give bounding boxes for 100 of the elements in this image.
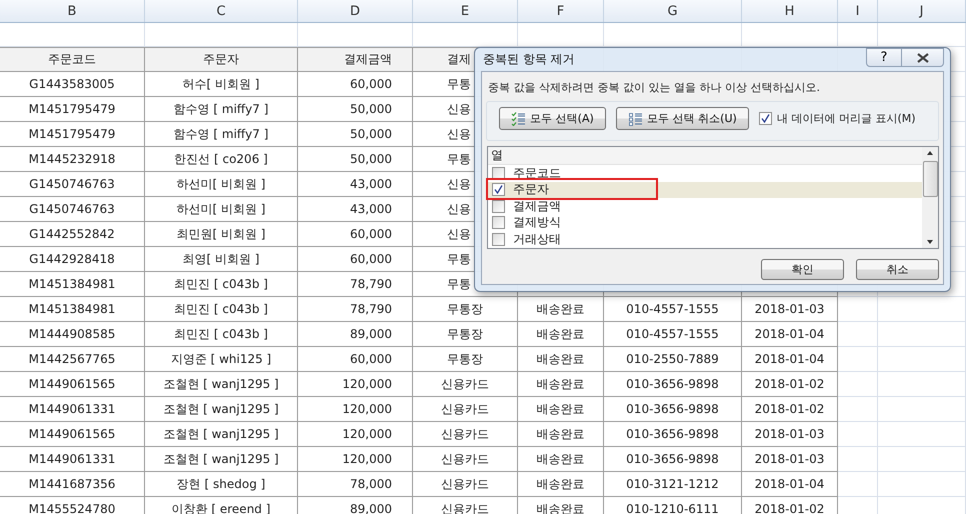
table-cell: 50,000 xyxy=(298,147,413,172)
list-icon xyxy=(628,112,642,126)
table-cell: G1442928418 xyxy=(0,247,145,272)
column-checkbox[interactable] xyxy=(492,200,505,213)
table-cell: 신용카드 xyxy=(413,397,518,422)
headers-checkbox[interactable] xyxy=(759,112,772,125)
header-cell: 주문코드 xyxy=(0,47,145,72)
table-cell: 89,000 xyxy=(298,322,413,347)
table-cell: M1455524780 xyxy=(0,497,145,514)
table-cell: 2018-01-03 xyxy=(742,297,838,322)
table-cell: 조철현 [ wanj1295 ] xyxy=(145,447,298,472)
column-checkbox[interactable] xyxy=(492,183,505,196)
list-header: 열 xyxy=(488,147,922,165)
table-cell: 함수영 [ miffy7 ] xyxy=(145,122,298,147)
table-cell: M1451795479 xyxy=(0,122,145,147)
unselect-all-button[interactable]: 모두 선택 취소(U) xyxy=(616,107,749,130)
table-cell: 조철현 [ wanj1295 ] xyxy=(145,422,298,447)
checklist-icon xyxy=(511,112,526,126)
table-cell: 010-3656-9898 xyxy=(604,422,742,447)
table-cell: 2018-01-04 xyxy=(742,347,838,372)
table-cell: 43,000 xyxy=(298,172,413,197)
table-cell: 지영준 [ whi125 ] xyxy=(145,347,298,372)
column-letter[interactable]: D xyxy=(298,0,413,22)
column-checkbox[interactable] xyxy=(492,216,505,230)
table-cell: 배송완료 xyxy=(518,322,604,347)
table-cell: 010-3656-9898 xyxy=(604,372,742,397)
table-cell: 하선미[ 비회원 ] xyxy=(145,172,298,197)
table-cell: 신용카드 xyxy=(413,497,518,514)
scrollbar[interactable] xyxy=(922,147,938,248)
header-cell: 결제금액 xyxy=(298,47,413,72)
table-cell: M1445232918 xyxy=(0,147,145,172)
empty-cell xyxy=(838,422,878,447)
table-cell: M1451795479 xyxy=(0,97,145,122)
table-cell: 허수[ 비회원 ] xyxy=(145,72,298,97)
table-cell: 010-3656-9898 xyxy=(604,447,742,472)
table-cell: 010-3656-9898 xyxy=(604,397,742,422)
table-cell: 2018-01-02 xyxy=(742,372,838,397)
table-cell: G1450746763 xyxy=(0,197,145,222)
table-cell: 장현 [ shedog ] xyxy=(145,472,298,497)
column-checkbox[interactable] xyxy=(492,166,505,180)
table-cell: 60,000 xyxy=(298,72,413,97)
headers-checkbox-label: 내 데이터에 머리글 표시(M) xyxy=(777,111,916,126)
table-cell: M1444908585 xyxy=(0,322,145,347)
cancel-button[interactable]: 취소 xyxy=(856,259,939,280)
empty-cell xyxy=(838,322,878,347)
table-cell: 조철현 [ wanj1295 ] xyxy=(145,372,298,397)
empty-cell xyxy=(838,347,878,372)
table-cell: 배송완료 xyxy=(518,347,604,372)
table-cell: 010-4557-1555 xyxy=(604,297,742,322)
table-cell: 조철현 [ wanj1295 ] xyxy=(145,397,298,422)
table-cell: 한진선 [ co206 ] xyxy=(145,147,298,172)
table-cell: 신용카드 xyxy=(413,472,518,497)
table-cell: 배송완료 xyxy=(518,472,604,497)
table-cell: 배송완료 xyxy=(518,447,604,472)
empty-cell xyxy=(838,447,878,472)
column-letter[interactable]: F xyxy=(518,0,604,22)
table-cell: 78,790 xyxy=(298,272,413,297)
scroll-thumb[interactable] xyxy=(922,161,938,197)
table-cell: M1441687356 xyxy=(0,472,145,497)
ok-button[interactable]: 확인 xyxy=(761,259,844,280)
table-cell: 배송완료 xyxy=(518,397,604,422)
table-cell: M1449061331 xyxy=(0,447,145,472)
table-cell: G1442552842 xyxy=(0,222,145,247)
select-all-button[interactable]: 모두 선택(A) xyxy=(499,107,606,130)
close-button[interactable] xyxy=(902,48,944,67)
table-cell: 010-2550-7889 xyxy=(604,347,742,372)
table-cell: 신용카드 xyxy=(413,422,518,447)
table-cell: 최민진 [ c043b ] xyxy=(145,322,298,347)
table-cell: 무통장 xyxy=(413,347,518,372)
column-letter[interactable]: I xyxy=(838,0,878,22)
table-cell: M1451384981 xyxy=(0,297,145,322)
table-cell: 010-3121-1212 xyxy=(604,472,742,497)
table-cell: 78,790 xyxy=(298,297,413,322)
help-button[interactable]: ? xyxy=(866,48,902,67)
table-cell: 배송완료 xyxy=(518,372,604,397)
column-letter[interactable]: H xyxy=(742,0,838,22)
header-cell: 주문자 xyxy=(145,47,298,72)
table-cell: 배송완료 xyxy=(518,297,604,322)
table-cell: 신용카드 xyxy=(413,447,518,472)
column-checkbox[interactable] xyxy=(492,232,505,246)
table-cell: 무통장 xyxy=(413,297,518,322)
table-cell: 60,000 xyxy=(298,222,413,247)
table-cell: 50,000 xyxy=(298,122,413,147)
table-cell: 60,000 xyxy=(298,347,413,372)
table-cell: M1449061565 xyxy=(0,372,145,397)
table-cell: 무통장 xyxy=(413,322,518,347)
column-letter[interactable]: G xyxy=(604,0,742,22)
empty-cell xyxy=(838,397,878,422)
column-letter[interactable]: J xyxy=(878,0,966,22)
table-cell: 최민진 [ c043b ] xyxy=(145,272,298,297)
table-cell: 함수영 [ miffy7 ] xyxy=(145,97,298,122)
table-cell: 78,000 xyxy=(298,472,413,497)
table-cell: 배송완료 xyxy=(518,422,604,447)
empty-cell xyxy=(838,297,878,322)
column-letter[interactable]: B xyxy=(0,0,145,22)
table-cell: 이창환 [ ereend ] xyxy=(145,497,298,514)
table-cell: M1449061331 xyxy=(0,397,145,422)
column-letter[interactable]: E xyxy=(413,0,518,22)
column-letter[interactable]: C xyxy=(145,0,298,22)
table-cell: 2018-01-04 xyxy=(742,322,838,347)
